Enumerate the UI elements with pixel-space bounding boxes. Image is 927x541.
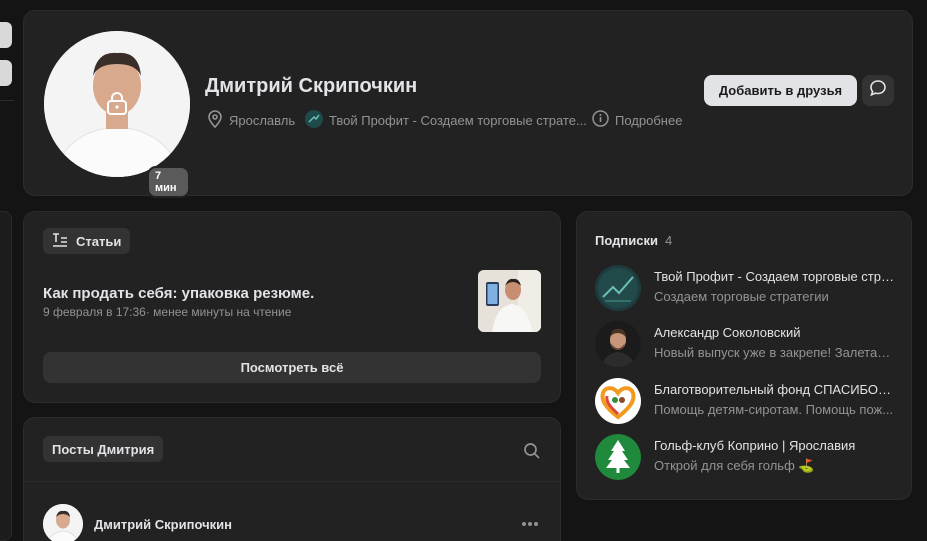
subscription-description: Помощь детям-сиротам. Помощь пож... — [654, 402, 894, 417]
profile-card: 7 мин Дмитрий Скрипочкин Ярославль Твой … — [23, 10, 913, 198]
subscription-item[interactable]: Благотворительный фонд СПАСИБО | ... Пом… — [595, 378, 895, 426]
subscription-description: Создаем торговые стратегии — [654, 289, 829, 304]
subscription-name: Благотворительный фонд СПАСИБО | ... — [654, 382, 894, 397]
search-icon[interactable] — [523, 442, 541, 465]
avatar[interactable] — [44, 31, 190, 177]
more-icon[interactable] — [521, 514, 539, 532]
sidebar-fragment-button[interactable] — [0, 22, 12, 48]
articles-tab-label: Статьи — [76, 233, 122, 249]
location-icon — [207, 110, 223, 131]
subscription-avatar — [595, 321, 641, 367]
work-logo-icon — [305, 110, 323, 131]
posts-divider — [24, 481, 560, 482]
sidebar-divider — [0, 100, 14, 101]
message-button[interactable] — [862, 75, 894, 106]
articles-icon — [52, 232, 68, 250]
post-author-name[interactable]: Дмитрий Скрипочкин — [94, 517, 232, 532]
article-title[interactable]: Как продать себя: упаковка резюме. — [43, 285, 314, 302]
profile-name: Дмитрий Скрипочкин — [205, 75, 418, 97]
subscriptions-card: Подписки 4 Твой Профит - Создаем торговы… — [576, 211, 912, 500]
subscriptions-count: 4 — [665, 233, 673, 248]
subscription-description: Открой для себя гольф ⛳ — [654, 458, 815, 473]
message-icon — [869, 79, 887, 102]
subscription-avatar — [595, 265, 641, 311]
subscription-avatar — [595, 378, 641, 424]
work-link[interactable]: Твой Профит - Создаем торговые страте... — [305, 110, 587, 131]
lock-icon — [106, 91, 128, 120]
articles-card: Статьи Как продать себя: упаковка резюме… — [23, 211, 561, 403]
work-text: Твой Профит - Создаем торговые страте... — [329, 113, 587, 128]
post-author-avatar[interactable] — [43, 504, 83, 541]
subscription-name: Гольф-клуб Коприно | Ярославия — [654, 438, 856, 453]
sidebar-fragment-button[interactable] — [0, 60, 12, 86]
info-icon — [592, 110, 609, 130]
article-thumbnail[interactable] — [478, 270, 541, 332]
posts-card: Посты Дмитрия Дмитрий Скрипочкин — [23, 417, 561, 541]
see-all-button[interactable]: Посмотреть всё — [43, 352, 541, 383]
more-info-text: Подробнее — [615, 112, 683, 128]
subscription-name: Александр Соколовский — [654, 325, 801, 340]
online-badge: 7 мин — [147, 166, 190, 198]
posts-tab[interactable]: Посты Дмитрия — [43, 436, 164, 462]
posts-tab-label: Посты Дмитрия — [52, 441, 155, 457]
subscription-item[interactable]: Александр Соколовский Новый выпуск уже в… — [595, 321, 895, 369]
sidebar-fragment-panel — [0, 211, 12, 541]
add-friend-button[interactable]: Добавить в друзья — [704, 75, 857, 106]
location-text: Ярославль — [229, 113, 296, 128]
subscription-item[interactable]: Твой Профит - Создаем торговые стра... С… — [595, 265, 895, 313]
subscription-name: Твой Профит - Создаем торговые стра... — [654, 269, 894, 284]
subscription-item[interactable]: Гольф-клуб Коприно | Ярославия Открой дл… — [595, 434, 895, 482]
profile-avatar-wrap[interactable]: 7 мин — [44, 31, 190, 198]
subscriptions-title[interactable]: Подписки — [595, 233, 658, 248]
article-meta: 9 февраля в 17:36· менее минуты на чтени… — [43, 305, 292, 319]
subscription-avatar — [595, 434, 641, 480]
subscription-description: Новый выпуск уже в закрепе! Залетай... — [654, 345, 894, 360]
location-link[interactable]: Ярославль — [207, 110, 295, 131]
articles-tab[interactable]: Статьи — [43, 228, 131, 254]
more-info-link[interactable]: Подробнее — [592, 110, 682, 130]
